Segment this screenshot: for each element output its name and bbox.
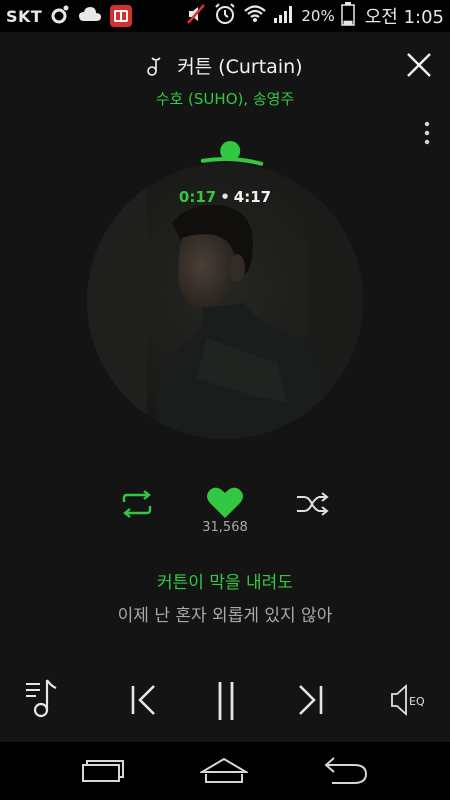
- heart-icon: [207, 487, 243, 518]
- system-nav-bar: [0, 742, 450, 800]
- equalizer-icon: EQ: [391, 683, 425, 717]
- artist-name[interactable]: 수호 (SUHO), 송영주: [0, 88, 450, 109]
- music-note-icon: [147, 57, 171, 78]
- pause-button[interactable]: [208, 670, 244, 730]
- status-bar: SKT 20% 오전 1:05: [0, 0, 450, 32]
- song-title: 커튼 (Curtain): [177, 56, 303, 78]
- close-icon: [407, 53, 431, 77]
- battery-percent: 20%: [301, 7, 335, 25]
- controls-row: 31,568: [0, 486, 450, 546]
- status-right: 20% 오전 1:05: [185, 0, 444, 32]
- battery-icon: [340, 2, 355, 30]
- next-icon: [299, 685, 323, 715]
- app-badge-icon: [110, 5, 133, 27]
- repeat-icon: [122, 490, 152, 518]
- song-title-row: 커튼 (Curtain): [0, 52, 450, 79]
- mute-icon: [185, 3, 207, 29]
- next-button[interactable]: [290, 670, 330, 730]
- previous-icon: [131, 685, 155, 715]
- cloud-icon: [78, 5, 102, 27]
- signal-icon: [273, 4, 295, 28]
- more-options-button[interactable]: [422, 120, 432, 146]
- music-app-icon: [50, 4, 70, 28]
- close-button[interactable]: [404, 50, 434, 80]
- back-icon: [324, 757, 368, 784]
- time-current: 0:17: [178, 188, 217, 206]
- previous-button[interactable]: [124, 670, 164, 730]
- alarm-icon: [213, 2, 237, 30]
- seek-handle[interactable]: [220, 141, 241, 161]
- home-icon: [198, 757, 250, 783]
- player-controls: EQ: [0, 670, 450, 730]
- time-separator: •: [220, 188, 230, 206]
- equalizer-button[interactable]: EQ: [386, 670, 436, 730]
- lyric-current-line[interactable]: 커튼이 막을 내려도: [0, 568, 450, 593]
- shuffle-button[interactable]: [295, 490, 331, 518]
- time-total: 4:17: [233, 188, 272, 206]
- home-button[interactable]: [198, 754, 250, 788]
- playlist-button[interactable]: [22, 670, 66, 730]
- playlist-icon: [26, 679, 57, 718]
- status-clock: 오전 1:05: [364, 7, 444, 28]
- like-count: 31,568: [202, 520, 248, 535]
- repeat-button[interactable]: [118, 490, 156, 518]
- like-button[interactable]: [206, 486, 244, 520]
- time-readout: 0:17 • 4:17: [0, 188, 450, 206]
- pause-icon: [218, 682, 234, 720]
- back-button[interactable]: [322, 754, 370, 788]
- status-left: SKT: [0, 4, 133, 28]
- eq-label: EQ: [409, 695, 425, 708]
- more-vert-icon: [424, 121, 430, 145]
- recent-apps-icon: [82, 760, 124, 782]
- lyric-next-line[interactable]: 이제 난 혼자 외롭게 있지 않아: [0, 601, 450, 626]
- shuffle-icon: [297, 492, 329, 516]
- player-header: 커튼 (Curtain) 수호 (SUHO), 송영주: [0, 32, 450, 112]
- wifi-icon: [243, 4, 267, 28]
- music-player-screen: SKT 20% 오전 1:05 커튼 (Curtain) 수호 (SUHO), …: [0, 0, 450, 800]
- recent-apps-button[interactable]: [80, 754, 126, 788]
- carrier-label: SKT: [6, 6, 43, 26]
